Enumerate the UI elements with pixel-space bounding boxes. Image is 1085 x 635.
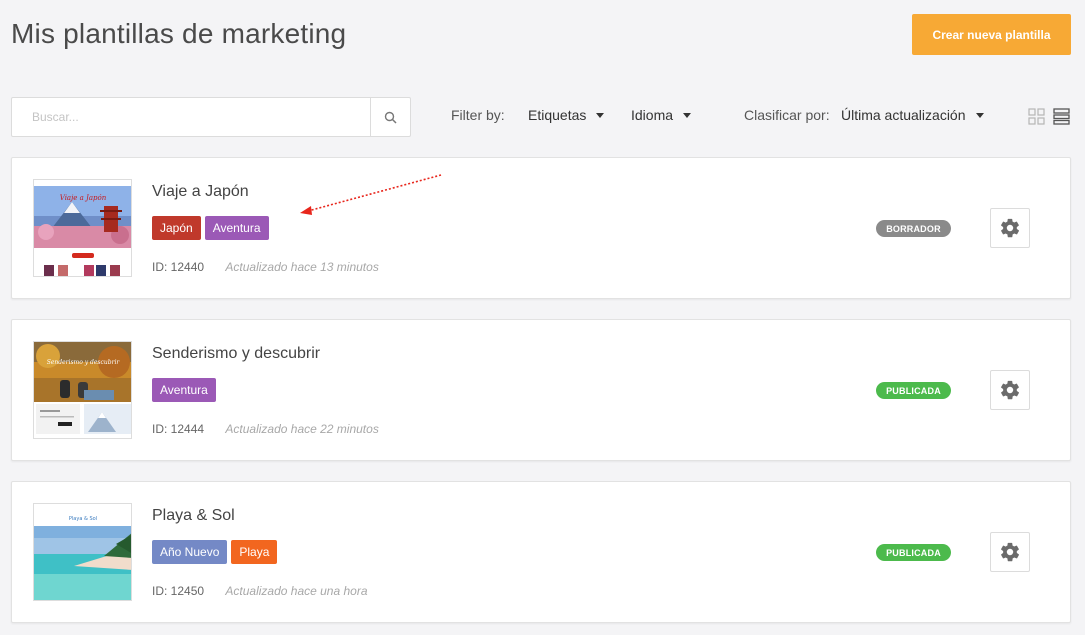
search-icon bbox=[384, 111, 397, 124]
template-meta: ID: 12440 Actualizado hace 13 minutos bbox=[152, 260, 379, 274]
template-thumbnail[interactable]: Playa & Sol bbox=[33, 503, 132, 601]
sort-dropdown[interactable]: Última actualización bbox=[841, 107, 984, 123]
template-id: ID: 12440 bbox=[152, 260, 205, 274]
template-updated: Actualizado hace 13 minutos bbox=[225, 260, 379, 274]
template-meta: ID: 12450 Actualizado hace una hora bbox=[152, 584, 368, 598]
tag-badge[interactable]: Japón bbox=[152, 216, 201, 240]
search-button[interactable] bbox=[370, 98, 410, 136]
tag-list: Aventura bbox=[152, 378, 216, 402]
template-updated: Actualizado hace una hora bbox=[225, 584, 368, 598]
settings-button[interactable] bbox=[990, 208, 1030, 248]
tags-dropdown-label: Etiquetas bbox=[528, 107, 587, 123]
template-card[interactable]: Senderismo y descubrir Senderismo y desc… bbox=[11, 319, 1071, 461]
template-card[interactable]: Playa & Sol Playa & Sol Año Nuevo Playa … bbox=[11, 481, 1071, 623]
caret-down-icon bbox=[975, 112, 984, 118]
svg-text:Senderismo y descubrir: Senderismo y descubrir bbox=[47, 359, 121, 366]
tag-badge[interactable]: Aventura bbox=[204, 216, 269, 240]
tag-list: Año Nuevo Playa bbox=[152, 540, 278, 564]
sort-dropdown-label: Última actualización bbox=[841, 107, 966, 123]
template-thumbnail[interactable]: Senderismo y descubrir bbox=[33, 341, 132, 439]
japan-thumbnail-image: Viaje a Japón bbox=[34, 180, 131, 276]
create-template-button[interactable]: Crear nueva plantilla bbox=[912, 14, 1071, 55]
status-badge: BORRADOR bbox=[876, 220, 951, 237]
list-view-icon bbox=[1052, 107, 1070, 125]
tag-list: Japón Aventura bbox=[152, 216, 269, 240]
settings-button[interactable] bbox=[990, 532, 1030, 572]
search-box bbox=[11, 97, 411, 137]
tags-dropdown[interactable]: Etiquetas bbox=[528, 107, 605, 123]
hiking-thumbnail-image: Senderismo y descubrir bbox=[34, 342, 131, 438]
template-meta: ID: 12444 Actualizado hace 22 minutos bbox=[152, 422, 379, 436]
gear-icon bbox=[1001, 380, 1019, 400]
language-dropdown-label: Idioma bbox=[631, 107, 674, 123]
caret-down-icon bbox=[596, 112, 605, 118]
status-badge: PUBLICADA bbox=[876, 382, 951, 399]
template-updated: Actualizado hace 22 minutos bbox=[225, 422, 379, 436]
language-dropdown[interactable]: Idioma bbox=[631, 107, 692, 123]
svg-text:Playa & Sol: Playa & Sol bbox=[69, 516, 97, 522]
tag-badge[interactable]: Año Nuevo bbox=[152, 540, 228, 564]
gear-icon bbox=[1001, 218, 1019, 238]
template-title[interactable]: Playa & Sol bbox=[152, 507, 235, 525]
caret-down-icon bbox=[683, 112, 692, 118]
tag-badge[interactable]: Playa bbox=[231, 540, 278, 564]
list-view-button[interactable] bbox=[1052, 107, 1070, 125]
filter-label: Filter by: bbox=[451, 107, 505, 123]
settings-button[interactable] bbox=[990, 370, 1030, 410]
template-id: ID: 12444 bbox=[152, 422, 205, 436]
gear-icon bbox=[1001, 542, 1019, 562]
tag-badge[interactable]: Aventura bbox=[152, 378, 216, 402]
template-title[interactable]: Viaje a Japón bbox=[152, 183, 249, 201]
sort-label: Clasificar por: bbox=[744, 107, 830, 123]
search-input[interactable] bbox=[12, 98, 370, 136]
template-thumbnail[interactable]: Viaje a Japón bbox=[33, 179, 132, 277]
template-title[interactable]: Senderismo y descubrir bbox=[152, 345, 320, 363]
template-card[interactable]: Viaje a Japón Viaje a Japón Japón Aventu… bbox=[11, 157, 1071, 299]
page-title: Mis plantillas de marketing bbox=[11, 18, 347, 49]
grid-view-icon bbox=[1027, 107, 1045, 125]
template-id: ID: 12450 bbox=[152, 584, 205, 598]
svg-text:Viaje a Japón: Viaje a Japón bbox=[60, 194, 107, 202]
status-badge: PUBLICADA bbox=[876, 544, 951, 561]
grid-view-button[interactable] bbox=[1027, 107, 1045, 125]
beach-thumbnail-image: Playa & Sol bbox=[34, 504, 131, 600]
